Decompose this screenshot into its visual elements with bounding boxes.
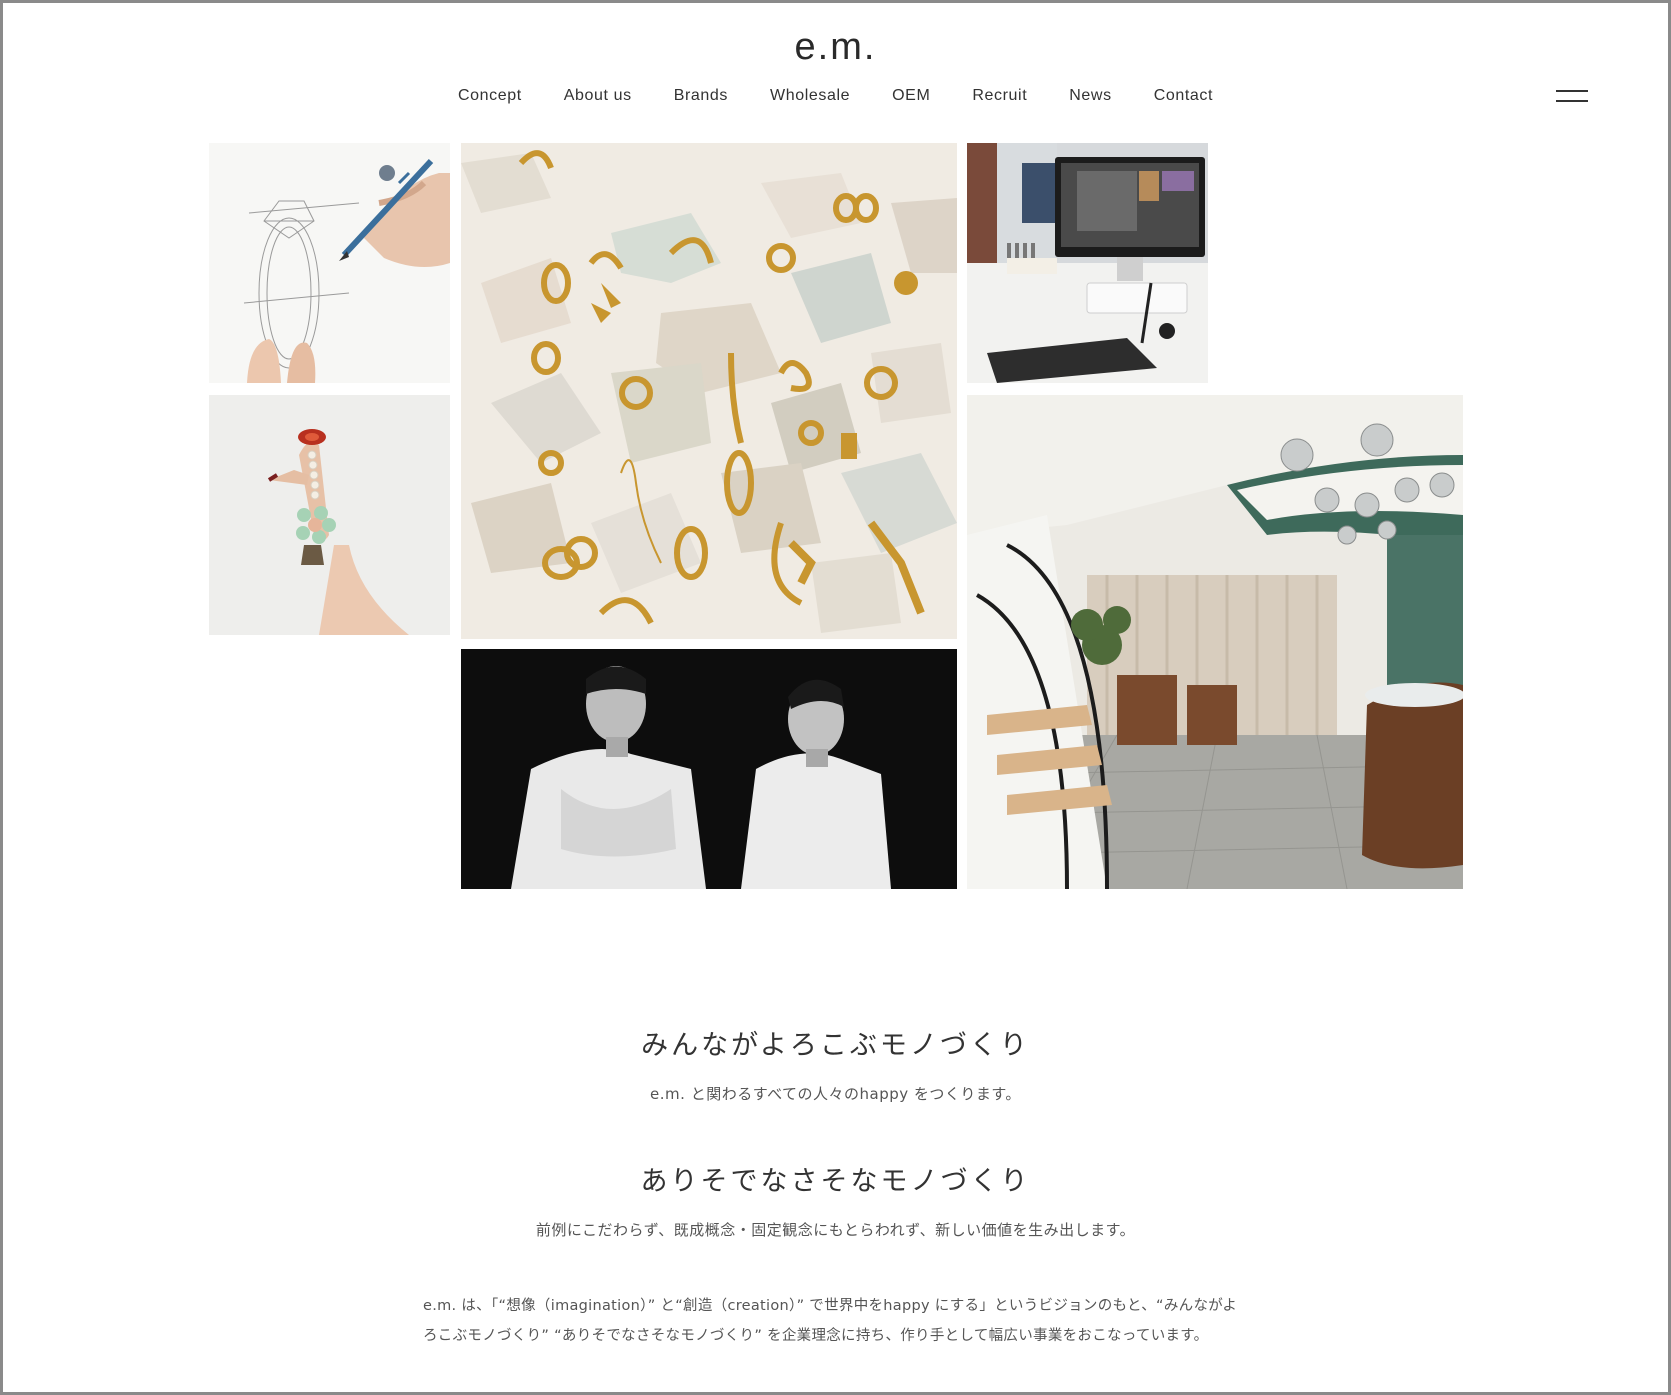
shop-interior-photo <box>967 395 1463 889</box>
page-frame: e.m. Concept About us Brands Wholesale O… <box>0 0 1671 1395</box>
menu-line-icon <box>1556 90 1588 92</box>
nav-item-contact[interactable]: Contact <box>1154 87 1213 105</box>
menu-line-icon <box>1556 100 1588 102</box>
founders-portrait-photo <box>461 649 957 889</box>
design-desk-photo <box>967 143 1208 383</box>
nav-item-about-us[interactable]: About us <box>564 87 632 105</box>
main-nav: Concept About us Brands Wholesale OEM Re… <box>3 87 1668 105</box>
gold-jewelry-on-stones-photo <box>461 143 957 639</box>
nav-item-oem[interactable]: OEM <box>892 87 930 105</box>
concept-body-line: e.m. は、「“想像（imagination）” と“創造（creation）… <box>423 1298 1238 1314</box>
site-logo[interactable]: e.m. <box>3 25 1668 69</box>
nav-item-brands[interactable]: Brands <box>674 87 728 105</box>
nav-item-recruit[interactable]: Recruit <box>972 87 1027 105</box>
concept-body: e.m. は、「“想像（imagination）” と“創造（creation）… <box>423 1291 1253 1351</box>
nav-item-news[interactable]: News <box>1069 87 1111 105</box>
concept-subtext-2: 前例にこだわらず、既成概念・固定観念にもとらわれず、新しい価値を生み出します。 <box>535 1221 1136 1239</box>
concept-subtext-1: e.m. と関わるすべての人々のhappy をつくります。 <box>650 1085 1021 1103</box>
concept-heading-1: みんながよろこぶモノづくり <box>641 1030 1030 1061</box>
nav-item-concept[interactable]: Concept <box>458 87 522 105</box>
concept-heading-2: ありそでなさそなモノづくり <box>640 1166 1031 1197</box>
concept-body-line: ろこぶモノづくり” “ありそでなさそなモノづくり” を企業理念に持ち、作り手とし… <box>423 1328 1209 1344</box>
hand-jewelry-photo <box>209 395 450 635</box>
ring-sketch-photo <box>209 143 450 383</box>
nav-item-wholesale[interactable]: Wholesale <box>770 87 850 105</box>
hamburger-menu-icon[interactable] <box>1556 87 1588 107</box>
